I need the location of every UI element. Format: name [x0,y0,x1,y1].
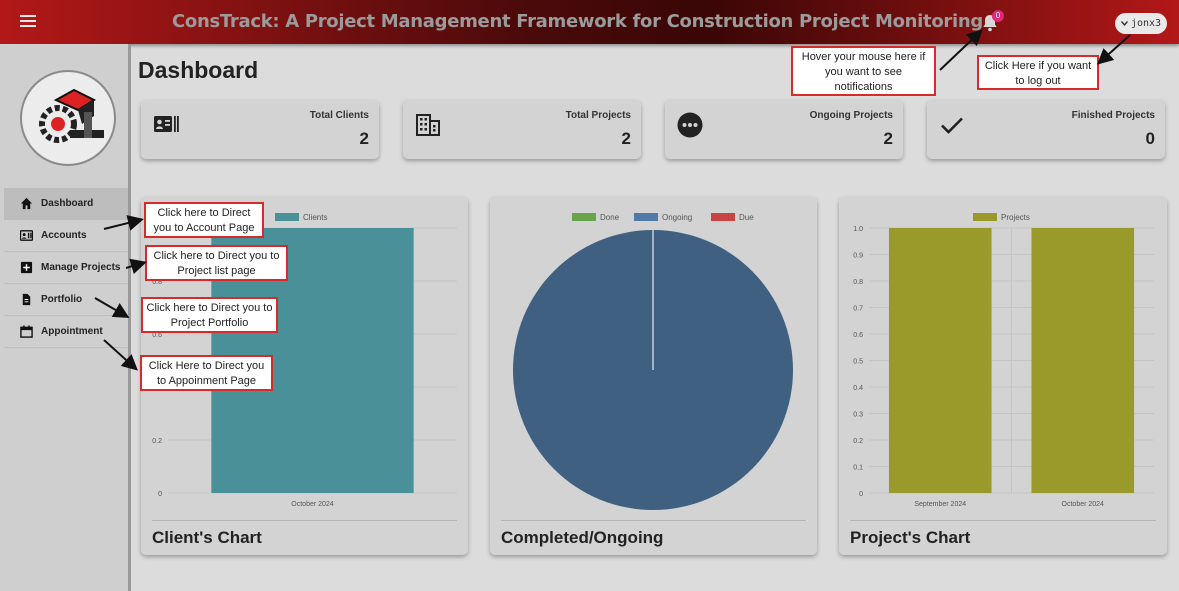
y-tick-label: 0.7 [853,306,863,313]
stat-card-finished-projects[interactable]: Finished Projects 0 [927,100,1165,159]
sidebar-item-label: Manage Projects [41,262,121,273]
bar [1031,228,1135,493]
id-card-icon [20,230,33,241]
sidebar-item-label: Accounts [41,230,87,241]
legend-swatch [973,213,997,221]
document-icon [22,293,31,306]
constrack-logo [20,70,116,166]
stat-label: Total Projects [565,110,631,121]
y-tick-label: 0.1 [853,465,863,472]
appointment-hint: Click Here to Direct you to Appoinment P… [140,355,273,391]
y-tick-label: 0.3 [853,412,863,419]
app-title: ConsTrack: A Project Management Framewor… [172,11,983,32]
calendar-icon [20,325,33,338]
stat-value: 0 [1145,129,1155,148]
legend-label: Clients [303,213,327,222]
logout-hint: Click Here if you want to log out [977,55,1099,90]
sidebar-item-appointment[interactable]: Appointment [4,316,128,348]
home-icon [20,197,33,210]
y-tick-label: 0.2 [152,438,162,445]
sidebar-item-label: Portfolio [41,294,83,305]
page-title: Dashboard [138,57,259,83]
project-chart: Projects 0 0.1 0.2 0.3 0.4 0.5 0.6 0.7 0.8 0.9 1.0 S… [853,213,1154,508]
legend-swatch [572,213,596,221]
sidebar-item-label: Appointment [41,326,103,337]
bar [888,228,992,493]
username: jonx3 [1130,18,1162,29]
legend-swatch [634,213,658,221]
status-chart-panel: Done Ongoing Due Completed/Ongoing [490,197,817,555]
panel-divider [152,520,457,521]
more-dots-icon [677,112,703,138]
sidebar-item-accounts[interactable]: Accounts [4,220,128,252]
legend-swatch [711,213,735,221]
id-card-icon [154,116,179,132]
y-tick-label: 0.6 [152,332,162,339]
y-tick-label: 0.8 [853,279,863,286]
top-bar: ConsTrack: A Project Management Framewor… [0,0,1179,44]
stat-value: 2 [359,129,369,148]
menu-icon[interactable] [20,15,36,27]
legend-label: Projects [1001,213,1030,222]
stat-card-total-projects[interactable]: Total Projects 2 [403,100,641,159]
stat-value: 2 [621,129,631,148]
x-tick-label: October 2024 [291,501,334,508]
y-tick-label: 0 [158,491,162,498]
sidebar-item-dashboard[interactable]: Dashboard [4,188,128,220]
y-tick-label: 1.0 [853,226,863,233]
panel-title: Client's Chart [152,528,262,547]
sidebar-item-manage-projects[interactable]: Manage Projects [4,252,128,284]
y-tick-label: 0.4 [853,385,863,392]
y-tick-label: 0.9 [853,253,863,260]
panel-divider [501,520,806,521]
project-chart-panel: Projects 0 0.1 0.2 0.3 0.4 0.5 0.6 0.7 0.8 0.9 1.0 S… [839,197,1167,555]
panel-divider [850,520,1156,521]
x-tick-label: September 2024 [914,501,966,508]
stat-card-total-clients[interactable]: Total Clients 2 [141,100,379,159]
stat-value: 2 [883,129,893,148]
plus-box-icon [20,261,33,274]
stat-label: Ongoing Projects [809,110,893,121]
sidebar-nav: Dashboard Accounts Manage Projects Portf… [4,188,128,348]
accounts-hint: Click here to Direct you to Account Page [144,202,264,238]
status-pie-chart: Done Ongoing Due [513,213,793,510]
legend-label: Done [600,213,620,222]
building-icon [416,114,440,136]
x-tick-label: October 2024 [1062,501,1105,508]
y-tick-label: 0.5 [853,359,863,366]
y-tick-label: 0.2 [853,438,863,445]
sidebar: Dashboard Accounts Manage Projects Portf… [0,44,131,591]
notification-badge: 0 [992,10,1004,22]
y-tick-label: 0 [859,491,863,498]
legend-swatch [275,213,299,221]
chevron-down-icon [1120,21,1128,26]
legend-label: Due [739,213,754,222]
legend-label: Ongoing [662,213,692,222]
stat-label: Total Clients [309,110,369,121]
stat-label: Finished Projects [1071,110,1155,121]
stat-card-ongoing-projects[interactable]: Ongoing Projects 2 [665,100,903,159]
sidebar-item-portfolio[interactable]: Portfolio [4,284,128,316]
notification-hint: Hover your mouse here if you want to see… [791,46,936,96]
check-icon [941,117,963,134]
panel-title: Completed/Ongoing [501,528,664,547]
user-menu-button[interactable]: jonx3 [1115,13,1167,34]
portfolio-hint: Click here to Direct you to Project Port… [141,297,278,333]
sidebar-item-label: Dashboard [41,198,94,209]
panel-title: Project's Chart [850,528,971,547]
y-tick-label: 0.6 [853,332,863,339]
projects-hint: Click here to Direct you to Project list… [145,245,288,281]
